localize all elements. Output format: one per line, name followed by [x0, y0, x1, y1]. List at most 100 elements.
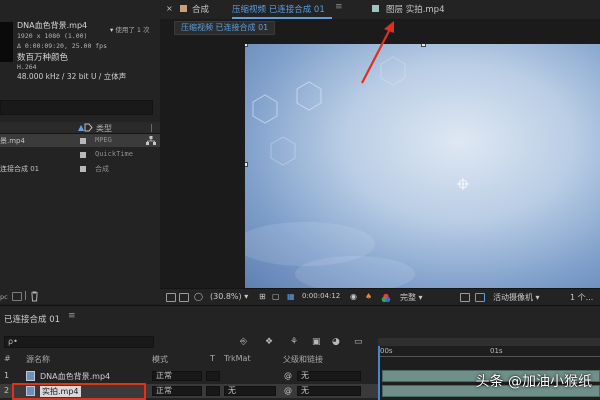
column-parent-header[interactable]: 父级和链接 — [283, 354, 323, 365]
timecode[interactable]: 0:00:04:12 — [302, 292, 340, 300]
layer-number: 1 — [4, 371, 10, 380]
column-mode-header[interactable]: 模式 — [152, 354, 168, 365]
pickwhip-icon[interactable]: @ — [284, 371, 292, 380]
footage-name: DNA血色背景.mp4 — [17, 21, 88, 30]
annotation-arrow-icon — [361, 21, 394, 84]
label-color-swatch[interactable] — [80, 152, 86, 158]
project-item-name: 景.mp4 — [0, 137, 25, 145]
flowchart-icon[interactable] — [146, 136, 156, 147]
camera-value: 活动摄像机 — [493, 293, 533, 302]
close-icon[interactable]: × — [166, 4, 173, 13]
ruler-label: 00s — [380, 347, 393, 355]
quality-value: 完整 — [400, 293, 416, 302]
tab-menu-icon[interactable]: ≡ — [335, 2, 343, 12]
draft-3d-icon[interactable]: ❖ — [265, 337, 273, 347]
parent-select[interactable]: 无 — [297, 371, 361, 381]
layer-name[interactable]: 实拍.mp4 — [40, 386, 81, 397]
parent-select[interactable]: 无 — [297, 386, 361, 396]
column-type-header[interactable]: 类型 — [96, 123, 112, 134]
comp-canvas[interactable] — [245, 44, 600, 288]
tab-menu-icon[interactable]: ≡ — [68, 311, 76, 321]
frame-icon[interactable] — [179, 293, 189, 302]
playhead[interactable] — [378, 346, 380, 400]
comp-subtab[interactable]: 压缩视频 已连接合成 01 — [174, 21, 276, 35]
preserve-transparency-toggle[interactable] — [206, 371, 220, 381]
views-dropdown[interactable]: 1 个... — [570, 292, 593, 303]
timeline-tab[interactable]: 已连接合成 01 — [4, 313, 60, 325]
bpc-label[interactable]: pc — [0, 293, 8, 301]
trkmat-select[interactable]: 无 — [224, 386, 276, 396]
footage-thumbnail — [0, 22, 13, 62]
search-icon: ρ• — [8, 337, 18, 346]
divider: | — [24, 291, 28, 301]
comp-mini-flowchart-icon[interactable]: ⎆ — [240, 337, 247, 347]
mode-select[interactable]: 正常 — [152, 386, 202, 396]
project-item[interactable]: 连接合成 01 合成 — [0, 162, 160, 175]
footage-file-icon — [26, 371, 35, 383]
transparency-grid-icon[interactable]: ▦ — [287, 292, 295, 301]
label-color-swatch[interactable] — [80, 138, 86, 144]
timeline-search-input[interactable]: ρ• — [4, 336, 154, 348]
toggle-transparency-icon[interactable] — [475, 293, 485, 302]
label-tag-icon[interactable] — [84, 123, 93, 134]
color-channels-icon[interactable] — [381, 293, 391, 305]
comp-view-controls: ◯ (30.8%) ▾ ⊞ ▢ ▦ 0:00:04:12 ◉ ♠ 完整 ▾ 活动… — [160, 288, 600, 305]
quality-dropdown[interactable]: 完整 ▾ — [400, 292, 423, 303]
comp-tab-prefix: 合成 — [192, 5, 210, 15]
footage-audio: 48.000 kHz / 32 bit U / 立体声 — [17, 72, 127, 81]
project-item[interactable]: 景.mp4 MPEG — [0, 134, 160, 147]
resize-handle[interactable] — [421, 44, 426, 47]
column-number-header: # — [4, 354, 11, 363]
preserve-transparency-toggle[interactable] — [206, 386, 220, 396]
layer-number: 2 — [4, 386, 10, 395]
tab-comp-active[interactable]: 压缩视频 已连接合成 01 — [232, 3, 325, 15]
footage-colors: 数百万种颜色 — [17, 53, 69, 63]
resize-handle[interactable] — [245, 44, 248, 47]
tab-layer[interactable]: 图层 实拍.mp4 — [386, 3, 445, 15]
trash-icon[interactable] — [30, 291, 39, 304]
footage-usage[interactable]: ▾ 使用了 1 次 — [110, 24, 150, 34]
chevron-down-icon: ▾ — [418, 293, 423, 302]
region-of-interest-icon[interactable] — [460, 293, 470, 302]
column-trkmat-header[interactable]: TrkMat — [224, 354, 251, 363]
project-item-type: QuickTime — [95, 150, 133, 158]
footage-usage-label: 使用了 1 次 — [115, 26, 150, 34]
zoom-value: (30.8%) — [210, 292, 242, 301]
project-column-header: ▲ 类型 | — [0, 122, 160, 134]
vr-icon[interactable]: ◯ — [194, 292, 203, 301]
frame-blending-icon[interactable]: ▣ — [312, 337, 321, 347]
layer-label-swatch — [372, 5, 379, 12]
column-t-header: T — [210, 354, 215, 363]
snapshot-icon[interactable]: ◉ — [350, 292, 357, 301]
folder-icon[interactable] — [12, 292, 22, 301]
camera-dropdown[interactable]: 活动摄像机 ▾ — [493, 292, 540, 303]
project-footer: pc | — [0, 290, 160, 304]
mask-icon[interactable]: ▢ — [272, 292, 280, 301]
always-preview-icon[interactable] — [166, 293, 176, 302]
motion-blur-icon[interactable]: ◕ — [332, 337, 340, 347]
graph-editor-icon[interactable]: ▭ — [354, 337, 363, 347]
hexagon-pattern — [245, 56, 469, 288]
chevron-down-icon[interactable]: ▾ — [110, 26, 113, 34]
ruler-line — [378, 356, 600, 357]
show-snapshot-icon[interactable]: ♠ — [365, 292, 372, 301]
column-size-header[interactable]: | — [150, 123, 153, 132]
pickwhip-icon[interactable]: @ — [284, 386, 292, 395]
grid-icon[interactable]: ⊞ — [259, 292, 266, 301]
column-source-name-header[interactable]: 源名称 — [26, 354, 50, 365]
footage-codec: H.264 — [17, 63, 37, 71]
work-area-bar[interactable] — [378, 338, 600, 346]
shy-layers-icon[interactable]: ⚘ — [290, 337, 298, 347]
chevron-down-icon: ▾ — [535, 293, 540, 302]
zoom-dropdown[interactable]: (30.8%) ▾ — [210, 292, 248, 301]
mode-select[interactable]: 正常 — [152, 371, 202, 381]
project-item[interactable]: QuickTime — [0, 148, 160, 161]
project-search-input[interactable] — [0, 100, 153, 115]
label-color-swatch[interactable] — [80, 166, 86, 172]
comp-label-swatch — [180, 5, 187, 12]
comp-viewer[interactable]: 压缩视频 已连接合成 01 — [160, 19, 600, 288]
ruler-label: 01s — [490, 347, 503, 355]
anchor-point-icon — [457, 178, 469, 190]
footage-file-icon — [26, 386, 35, 398]
resize-handle[interactable] — [245, 162, 248, 167]
